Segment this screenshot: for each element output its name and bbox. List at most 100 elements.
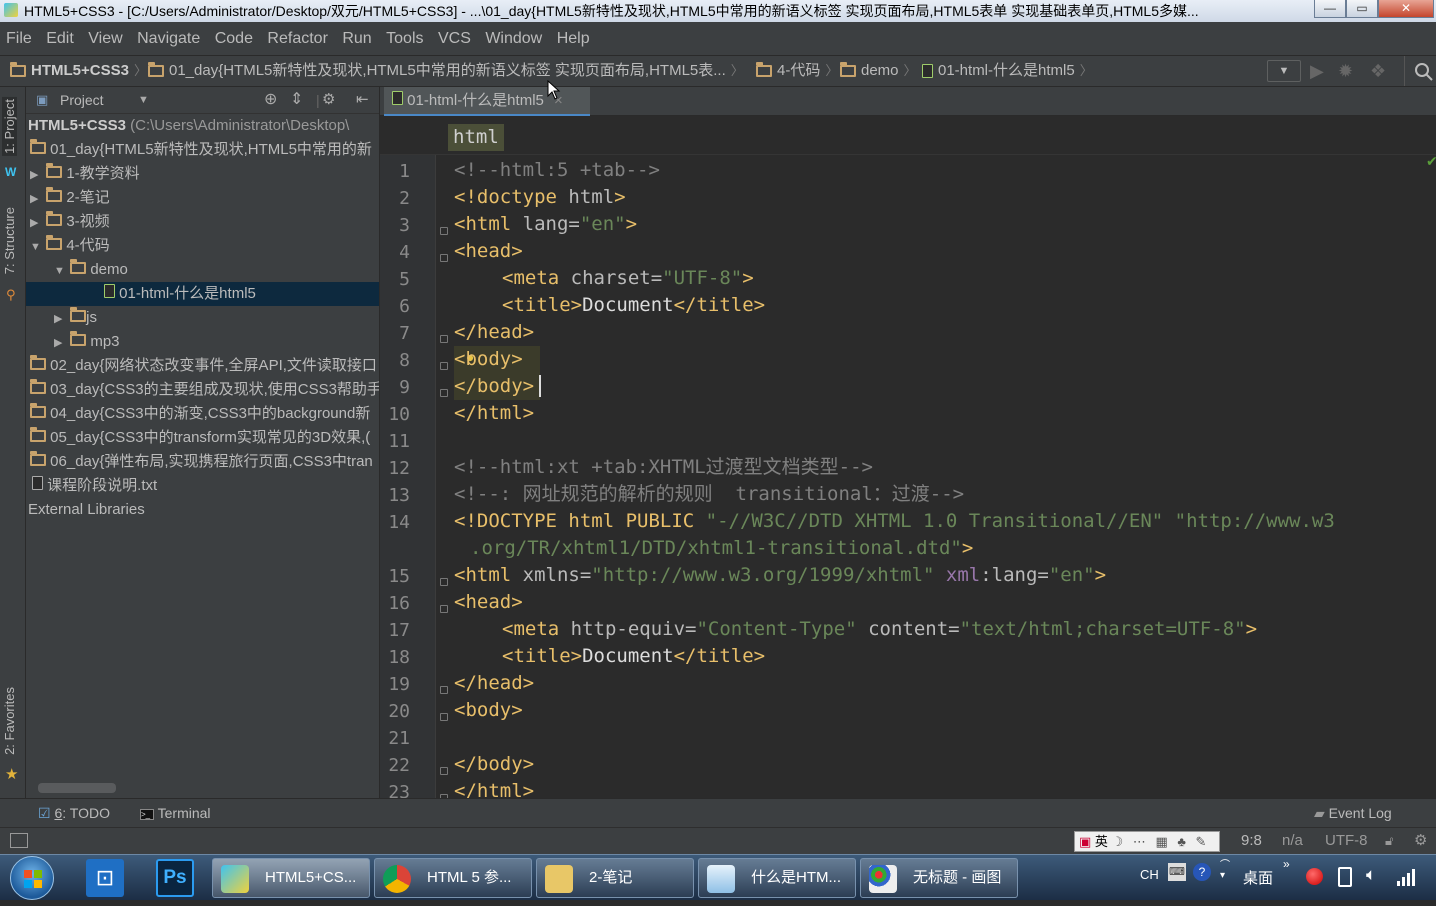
nav-crumb-project[interactable]: HTML5+CSS3 〉 [10,56,147,86]
volume-icon[interactable]: 🔈︎ [1366,865,1376,885]
hide-panel-icon[interactable]: ⇤ [356,87,369,113]
pinned-app-icon[interactable]: ⊡ [86,859,124,897]
inspector-icon[interactable]: ⚙ [1414,828,1427,854]
taskbar-explorer[interactable]: 2-笔记 [536,858,694,898]
tree-item-demo[interactable]: ▼ demo [26,258,379,282]
record-indicator-icon[interactable] [1306,868,1323,885]
tree-item-day06[interactable]: 06_day{弹性布局,实现携程旅行页面,CSS3中tran [26,450,379,474]
tree-item-day02[interactable]: 02_day{网络状态改变事件,全屏API,文件读取接口 [26,354,379,378]
tree-item-day03[interactable]: 03_day{CSS3的主要组成及现状,使用CSS3帮助手 [26,378,379,402]
code-line-7[interactable]: </head> [454,319,534,346]
ime-options-icon[interactable]: ⌒ ▾ [1220,861,1230,881]
menu-tools[interactable]: Tools [386,22,423,56]
expand-arrow-icon[interactable]: ▶ [54,307,66,330]
menu-file[interactable]: File [6,22,32,56]
code-line-16[interactable]: <head> [454,589,523,616]
line-separator[interactable]: n/a [1282,828,1303,854]
tree-item-code[interactable]: ▼ 4-代码 [26,234,379,258]
menu-run[interactable]: Run [342,22,371,56]
tree-root[interactable]: HTML5+CSS3 (C:\Users\Administrator\Deskt… [26,114,379,138]
nav-crumb-day01[interactable]: 01_day{HTML5新特性及现状,HTML5中常用的新语义标签 实现页面布局… [148,56,744,86]
terminal-tool-tab[interactable]: >_ Terminal [140,799,211,827]
chevron-down-icon[interactable]: ▼ [138,87,149,113]
gear-icon[interactable]: ⚙ [322,87,335,113]
code-line-23[interactable]: </html> [454,778,534,798]
close-window-button[interactable]: ✕ [1378,0,1434,18]
menu-help[interactable]: Help [557,22,590,56]
code-line-5[interactable]: <meta charset="UTF-8"> [502,265,754,292]
code-line-13[interactable]: <!--: 网址规范的解析的规则 transitional：过渡--> [454,481,964,508]
fold-marker-icon[interactable] [440,227,448,235]
fold-marker-icon[interactable] [440,362,448,370]
code-line-12[interactable]: <!--html:xt +tab:XHTML过渡型文档类型--> [454,454,873,481]
structure-tool-tab[interactable]: 7: Structure [2,207,17,274]
show-more-icon[interactable]: » [1283,857,1290,871]
code-line-19[interactable]: </head> [454,670,534,697]
code-line-18[interactable]: <title>Document</title> [502,643,765,670]
code-line-4[interactable]: <head> [454,238,523,265]
tree-item-mp3[interactable]: ▶ mp3 [26,330,379,354]
code-line-6[interactable]: <title>Document</title> [502,292,765,319]
horizontal-scrollbar[interactable] [38,783,116,793]
help-icon[interactable]: ? [1193,863,1211,881]
locate-icon[interactable]: ⊕ [264,87,277,113]
taskbar-paint[interactable]: 无标题 - 画图 [860,858,1018,898]
tree-item-js[interactable]: ▶ js [26,306,379,330]
code-line-9[interactable]: </body> [454,373,534,400]
tree-item-txt[interactable]: 课程阶段说明.txt [26,474,379,498]
code-line-22[interactable]: </body> [454,751,534,778]
menu-window[interactable]: Window [485,22,542,56]
tree-item-day04[interactable]: 04_day{CSS3中的渐变,CSS3中的background新 [26,402,379,426]
favorites-tool-tab[interactable]: 2: Favorites [2,687,17,755]
input-language[interactable]: CH [1140,867,1159,882]
code-line-17[interactable]: <meta http-equiv="Content-Type" content=… [502,616,1257,643]
file-encoding[interactable]: UTF-8 [1325,828,1368,854]
photoshop-icon[interactable]: Ps [156,859,194,897]
code-line-1[interactable]: <!--html:5 +tab--> [454,157,660,184]
tag-breadcrumb[interactable]: html [448,124,504,151]
fold-marker-icon[interactable] [440,713,448,721]
todo-tool-tab[interactable]: ☑ 6: TODO [38,799,110,827]
code-line-8[interactable]: <body> [454,346,523,373]
ime-keyboard-icon[interactable]: ⌨ [1168,863,1186,881]
run-config-dropdown[interactable]: ▼ [1267,60,1301,82]
nav-crumb-file[interactable]: 01-html-什么是html5 〉 [922,56,1093,86]
toggle-tool-windows-icon[interactable] [10,833,28,848]
expand-arrow-icon[interactable]: ▶ [30,163,42,186]
tree-item-videos[interactable]: ▶ 3-视频 [26,210,379,234]
battery-icon[interactable] [1338,867,1352,887]
expand-arrow-icon[interactable]: ▶ [30,187,42,210]
nav-crumb-code[interactable]: 4-代码 〉 [756,56,838,86]
fold-marker-icon[interactable] [440,686,448,694]
collapse-arrow-icon[interactable]: ▼ [30,235,42,258]
project-view-selector[interactable]: Project [60,87,104,113]
tree-item-teaching-materials[interactable]: ▶ 1-教学资料 [26,162,379,186]
nav-crumb-demo[interactable]: demo 〉 [840,56,917,86]
run-icon[interactable]: ▶ [1310,56,1324,86]
tree-item-day05[interactable]: 05_day{CSS3中的transform实现常见的3D效果,( [26,426,379,450]
collapse-arrow-icon[interactable]: ▼ [54,259,66,282]
fold-marker-icon[interactable] [440,767,448,775]
fold-marker-icon[interactable] [440,578,448,586]
start-button[interactable] [10,856,54,900]
minimize-button[interactable]: — [1314,0,1346,18]
caret-position[interactable]: 9:8 [1241,828,1262,854]
expand-arrow-icon[interactable]: ▶ [30,211,42,234]
fold-marker-icon[interactable] [440,335,448,343]
code-line-14[interactable]: <!DOCTYPE html PUBLIC "-//W3C//DTD XHTML… [454,508,1335,535]
menu-navigate[interactable]: Navigate [137,22,200,56]
lock-icon[interactable]: 🔓︎ [1385,828,1393,854]
fold-marker-icon[interactable] [440,254,448,262]
code-line-10[interactable]: </html> [454,400,534,427]
code-line-20[interactable]: <body> [454,697,523,724]
code-line-14-wrap[interactable]: .org/TR/xhtml1/DTD/xhtml1-transitional.d… [470,535,973,562]
code-line-3[interactable]: <html lang="en"> [454,211,637,238]
maximize-button[interactable]: ▭ [1346,0,1378,18]
tree-item-notes[interactable]: ▶ 2-笔记 [26,186,379,210]
menu-vcs[interactable]: VCS [438,22,471,56]
menu-edit[interactable]: Edit [46,22,74,56]
ime-toolbar[interactable]: ▣ 英 ☽ ⋯ ▦ ♣ ✎ [1074,831,1220,852]
coverage-icon[interactable]: ❖ [1370,56,1386,86]
network-signal-icon[interactable] [1396,867,1416,887]
search-everywhere-icon[interactable] [1414,62,1434,82]
